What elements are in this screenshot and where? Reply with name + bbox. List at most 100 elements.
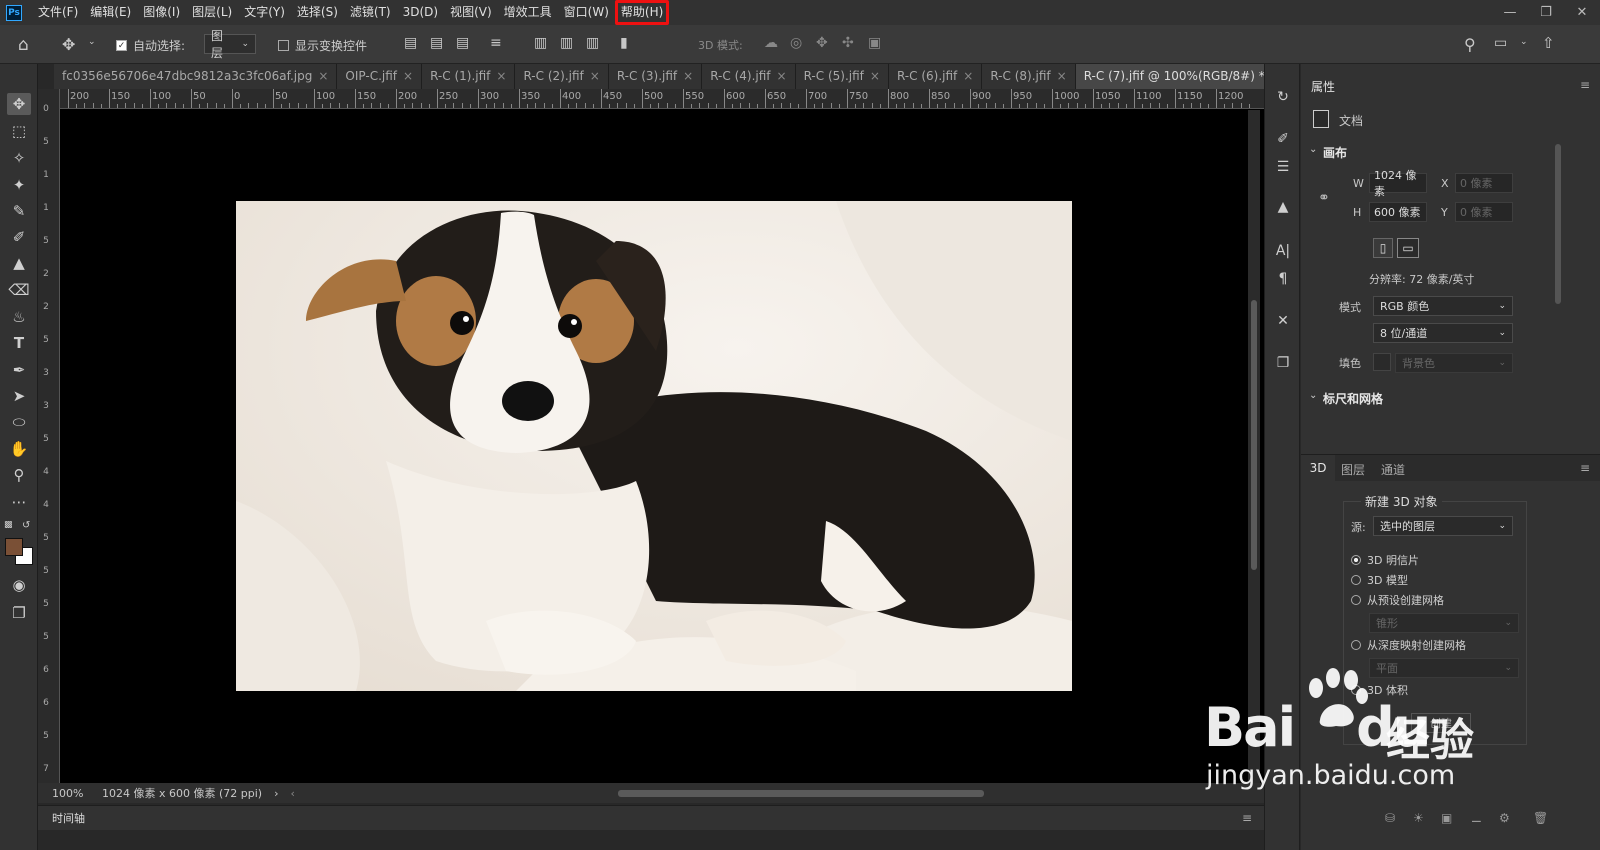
menu-type[interactable]: 文字(Y) xyxy=(238,0,291,25)
move-tool-icon[interactable]: ✥ xyxy=(7,93,31,115)
character-icon[interactable]: A| xyxy=(1271,240,1295,262)
close-tab-icon[interactable]: × xyxy=(318,69,328,83)
timeline-menu-icon[interactable]: ≡ xyxy=(1242,811,1252,825)
collapse-chevron-icon[interactable]: ⌄ xyxy=(1309,144,1317,155)
menu-layer[interactable]: 图层(L) xyxy=(186,0,238,25)
close-tab-icon[interactable]: × xyxy=(683,69,693,83)
horizontal-ruler[interactable]: 200 150 100 50 0 50 100 150 200 250 300 350 400 450 50… xyxy=(60,89,1264,109)
width-field[interactable]: 1024 像素 xyxy=(1369,169,1427,198)
zoom-level[interactable]: 100% xyxy=(52,787,100,800)
document-tab[interactable]: fc0356e56706e47dbc9812a3c3fc06af.jpg × xyxy=(54,64,338,89)
3d-scene-icon[interactable]: ⛁ xyxy=(1385,811,1395,825)
foreground-color-swatch[interactable] xyxy=(5,538,23,556)
workspace-chevron-icon[interactable]: ⌄ xyxy=(1520,37,1528,47)
distribute-vertical-icon[interactable]: ▮ xyxy=(620,35,628,51)
fill-dropdown[interactable]: 背景色 ⌄ xyxy=(1395,353,1513,373)
align-left-icon[interactable]: ▤ xyxy=(404,35,417,51)
vertical-scroll-thumb[interactable] xyxy=(1251,300,1257,570)
3d-orbit-icon[interactable]: ☁ xyxy=(764,35,778,51)
delete-icon[interactable]: 🗑 xyxy=(1533,811,1548,825)
3d-filter-icon[interactable]: ⚙ xyxy=(1499,811,1510,825)
marquee-tool-icon[interactable]: ⬚ xyxy=(7,120,31,142)
clone-source-icon[interactable]: ▲ xyxy=(1271,196,1295,218)
adjustments-icon[interactable]: ☰ xyxy=(1271,156,1295,178)
fill-swatch[interactable] xyxy=(1373,353,1391,371)
panel-menu-icon[interactable]: ≡ xyxy=(1580,78,1590,92)
close-tab-icon[interactable]: × xyxy=(1057,69,1067,83)
document-tab[interactable]: R-C (3).jfif × xyxy=(608,64,703,89)
menu-3d[interactable]: 3D(D) xyxy=(397,0,444,25)
workspace-icon[interactable]: ▭ xyxy=(1494,35,1507,51)
align-vcenter-icon[interactable]: ▥ xyxy=(560,35,573,51)
home-icon[interactable]: ⌂ xyxy=(18,35,29,55)
share-icon[interactable]: ⇧ xyxy=(1542,34,1555,52)
align-top-icon[interactable]: ▥ xyxy=(534,35,547,51)
rulers-grid-section-title[interactable]: 标尺和网格 xyxy=(1323,390,1383,407)
more-tools-icon[interactable]: ⋯ xyxy=(7,491,31,513)
vertical-scrollbar[interactable] xyxy=(1248,110,1260,785)
tab-channels[interactable]: 通道 xyxy=(1381,461,1405,478)
document-tab[interactable]: R-C (6).jfif × xyxy=(888,64,983,89)
document-tab[interactable]: R-C (2).jfif × xyxy=(515,64,609,89)
canvas-section-title[interactable]: 画布 xyxy=(1323,144,1347,161)
close-tab-icon[interactable]: × xyxy=(590,69,600,83)
properties-tab[interactable]: 属性 xyxy=(1311,78,1335,95)
menu-window[interactable]: 窗口(W) xyxy=(558,0,615,25)
eraser-tool-icon[interactable]: ⌫ xyxy=(7,279,31,301)
vertical-ruler[interactable]: 0 5 1 1 5 2 2 5 3 3 5 4 4 5 5 5 5 6 6 5 7 xyxy=(38,89,60,789)
3d-pan-icon[interactable]: ✥ xyxy=(816,35,828,51)
tools-presets-icon[interactable]: ✕ xyxy=(1271,310,1295,332)
align-hcenter-icon[interactable]: ▤ xyxy=(430,35,443,51)
option-3d-volume[interactable]: 3D 体积 xyxy=(1351,682,1408,698)
ellipse-tool-icon[interactable]: ⬭ xyxy=(7,411,31,433)
properties-scrollbar[interactable] xyxy=(1555,144,1561,304)
bit-depth-dropdown[interactable]: 8 位/通道 ⌄ xyxy=(1373,323,1513,343)
zoom-tool-icon[interactable]: ⚲ xyxy=(7,464,31,486)
rulers-collapse-icon[interactable]: ⌄ xyxy=(1309,390,1317,401)
restore-icon[interactable]: ❐ xyxy=(1528,0,1564,25)
document-tab[interactable]: R-C (1).jfif × xyxy=(422,64,516,89)
horizontal-scroll-thumb[interactable] xyxy=(618,790,984,797)
scroll-left-icon[interactable]: ‹ xyxy=(291,787,295,800)
close-tab-icon[interactable]: × xyxy=(777,69,787,83)
option-3d-postcard[interactable]: 3D 明信片 xyxy=(1351,552,1419,568)
search-icon[interactable]: ⚲ xyxy=(1464,35,1476,54)
history-icon[interactable]: ↻ xyxy=(1271,86,1295,108)
minimize-icon[interactable]: — xyxy=(1492,0,1528,25)
lasso-tool-icon[interactable]: ✧ xyxy=(7,147,31,169)
preset-mesh-dropdown[interactable]: 锥形 ⌄ xyxy=(1369,613,1519,633)
height-field[interactable]: 600 像素 xyxy=(1369,202,1427,222)
show-transform-checkbox[interactable] xyxy=(278,40,289,51)
document-tab[interactable]: R-C (8).jfif × xyxy=(982,64,1076,89)
brush-tool-icon[interactable]: ✐ xyxy=(7,226,31,248)
option-depth-map-mesh[interactable]: 从深度映射创建网格 xyxy=(1351,637,1466,653)
default-colors-icon[interactable]: ▩ xyxy=(4,520,13,530)
document-tab[interactable]: R-C (5).jfif × xyxy=(795,64,889,89)
close-icon[interactable]: ✕ xyxy=(1564,0,1600,25)
y-field[interactable]: 0 像素 xyxy=(1455,202,1513,222)
stamp-tool-icon[interactable]: ▲ xyxy=(7,252,31,274)
align-bottom-icon[interactable]: ▥ xyxy=(586,35,599,51)
timeline-tab[interactable]: 时间轴 xyxy=(52,810,85,826)
menu-filter[interactable]: 滤镜(T) xyxy=(344,0,397,25)
close-tab-icon[interactable]: × xyxy=(963,69,973,83)
pen-tool-icon[interactable]: ✒ xyxy=(7,359,31,381)
document-tab-active[interactable]: R-C (7).jfif @ 100%(RGB/8#) *× xyxy=(1075,64,1290,89)
document-tab[interactable]: R-C (4).jfif × xyxy=(702,64,796,89)
hand-tool-icon[interactable]: ✋ xyxy=(7,438,31,460)
auto-select-dropdown[interactable]: 图层 ⌄ xyxy=(204,29,256,60)
tab-layers[interactable]: 图层 xyxy=(1341,461,1365,478)
menu-file[interactable]: 文件(F) xyxy=(32,0,84,25)
option-preset-mesh[interactable]: 从预设创建网格 xyxy=(1351,592,1444,608)
path-select-icon[interactable]: ➤ xyxy=(7,385,31,407)
3d-roll-icon[interactable]: ◎ xyxy=(790,35,802,51)
3d-ground-icon[interactable]: ⚊ xyxy=(1471,811,1482,825)
screen-mode-icon[interactable]: ❐ xyxy=(7,602,31,624)
menu-image[interactable]: 图像(I) xyxy=(137,0,186,25)
3d-render-icon[interactable]: ▣ xyxy=(1441,811,1452,825)
option-3d-model[interactable]: 3D 模型 xyxy=(1351,572,1408,588)
brush-settings-icon[interactable]: ✐ xyxy=(1271,128,1295,150)
auto-select-checkbox[interactable]: ✓ xyxy=(116,40,127,51)
quick-mask-icon[interactable]: ◉ xyxy=(7,574,31,596)
close-tab-icon[interactable]: × xyxy=(496,69,506,83)
